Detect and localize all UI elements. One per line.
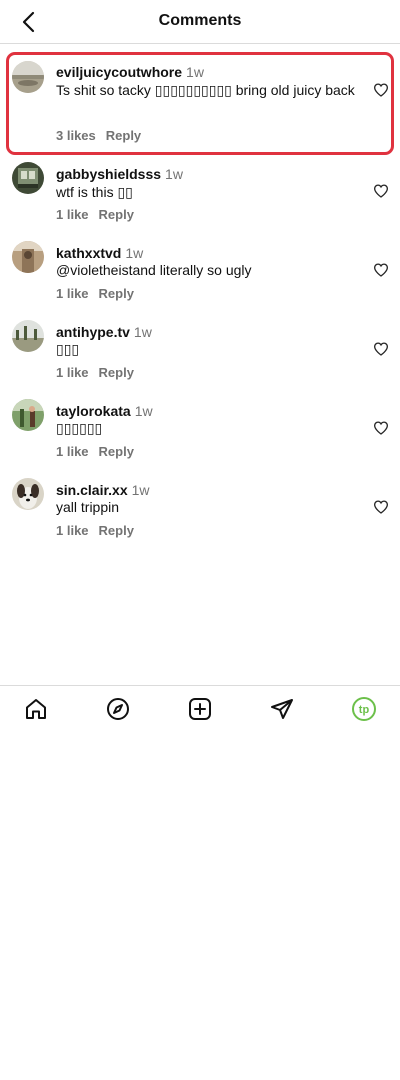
likes-count[interactable]: 1 like — [56, 444, 89, 459]
comment-actions: 1 like Reply — [56, 523, 134, 538]
likes-count[interactable]: 3 likes — [56, 128, 96, 143]
reply-button[interactable]: Reply — [99, 286, 134, 301]
profile-initials: tp — [359, 704, 370, 716]
comment-text: wtf is this ▯▯ — [56, 184, 133, 200]
reply-button[interactable]: Reply — [99, 444, 134, 459]
heart-icon[interactable] — [373, 499, 389, 515]
avatar[interactable] — [12, 241, 44, 273]
tab-profile[interactable]: tp — [351, 696, 377, 722]
heart-icon[interactable] — [373, 262, 389, 278]
likes-count[interactable]: 1 like — [56, 365, 89, 380]
home-icon — [26, 699, 46, 719]
likes-count[interactable]: 1 like — [56, 207, 89, 222]
reply-button[interactable]: Reply — [99, 207, 134, 222]
tab-home[interactable] — [23, 696, 49, 722]
timestamp: 1w — [165, 166, 183, 182]
tab-create[interactable] — [187, 696, 213, 722]
page-title: Comments — [158, 12, 242, 29]
reply-button[interactable]: Reply — [99, 365, 134, 380]
comment-text: ▯▯▯▯▯▯ — [56, 420, 103, 436]
header-bar: Comments — [0, 0, 400, 44]
tab-explore[interactable] — [105, 696, 131, 722]
username[interactable]: eviljuicycoutwhore — [56, 64, 182, 80]
avatar[interactable] — [12, 320, 44, 352]
avatar[interactable] — [12, 399, 44, 431]
comment-text: ▯▯▯ — [56, 341, 80, 357]
avatar[interactable] — [12, 162, 44, 194]
create-post-icon — [189, 698, 211, 720]
likes-count[interactable]: 1 like — [56, 523, 89, 538]
tab-direct[interactable] — [269, 696, 295, 722]
comment-text: @violetheistand literally so ugly — [56, 262, 252, 278]
reply-button[interactable]: Reply — [106, 128, 141, 143]
likes-count[interactable]: 1 like — [56, 286, 89, 301]
comment-text: Ts shit so tacky ▯▯▯▯▯▯▯▯▯▯ bring old ju… — [56, 82, 355, 98]
timestamp: 1w — [186, 64, 204, 80]
profile-avatar-icon: tp — [352, 697, 376, 721]
username[interactable]: gabbyshieldsss — [56, 166, 161, 182]
comment-actions: 3 likes Reply — [56, 128, 141, 143]
avatar[interactable] — [12, 61, 44, 93]
reply-button[interactable]: Reply — [99, 523, 134, 538]
explore-compass-icon — [107, 698, 129, 720]
heart-icon[interactable] — [373, 183, 389, 199]
bottom-tab-bar: tp — [0, 685, 400, 731]
comment-actions: 1 like Reply — [56, 286, 134, 301]
direct-message-icon — [271, 699, 293, 719]
comment-actions: 1 like Reply — [56, 207, 134, 222]
heart-icon[interactable] — [373, 420, 389, 436]
comment-actions: 1 like Reply — [56, 365, 134, 380]
comment-actions: 1 like Reply — [56, 444, 134, 459]
comment-text: yall trippin — [56, 499, 120, 515]
avatar[interactable] — [12, 478, 44, 510]
heart-icon[interactable] — [373, 341, 389, 357]
heart-icon[interactable] — [373, 82, 389, 98]
